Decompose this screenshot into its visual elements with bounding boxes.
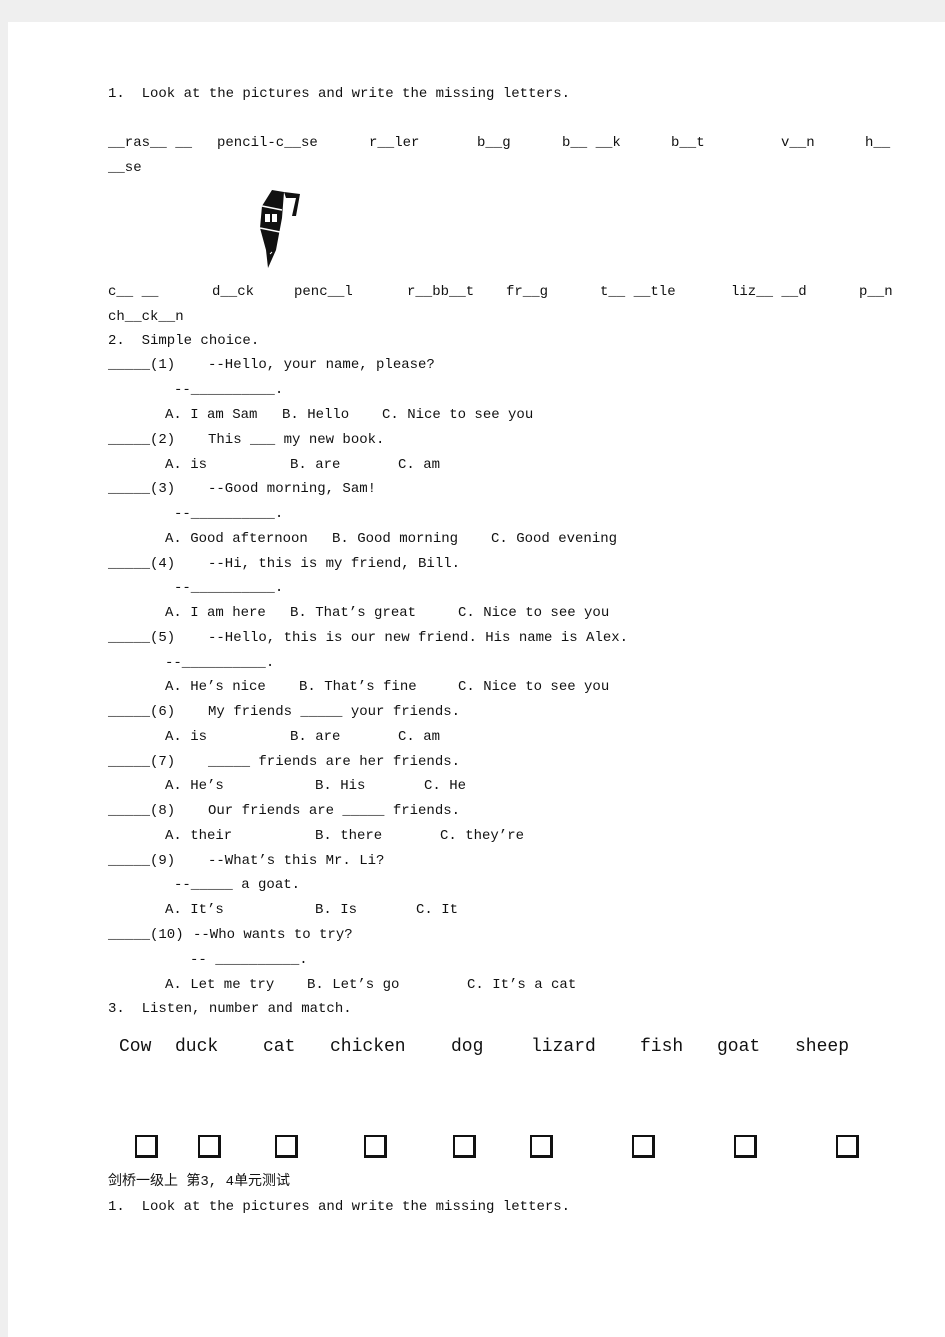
answer-box — [530, 1135, 553, 1158]
option-b: B. Is — [315, 902, 358, 918]
word-blank: pencil-c__se — [217, 135, 318, 151]
section3-heading: 3. Listen, number and match. — [108, 1001, 352, 1017]
option-a: A. Let me try — [165, 977, 275, 993]
question-text: This ___ my new book. — [208, 432, 385, 448]
question-number: _____(6) — [108, 704, 176, 720]
word-blank: v__n — [781, 135, 815, 151]
section2-heading: 2. Simple choice. — [108, 333, 260, 349]
word-blank: t__ __tle — [600, 284, 676, 300]
option-a: A. is — [165, 457, 208, 473]
question-text: _____ friends are her friends. — [208, 754, 461, 770]
option-a: A. I am here — [165, 605, 266, 621]
option-a: A. is — [165, 729, 208, 745]
answer-blank: --__________. — [174, 382, 284, 398]
animal-word: cat — [263, 1037, 296, 1057]
option-c: C. Nice to see you — [458, 605, 610, 621]
animal-word: goat — [717, 1037, 761, 1057]
question-number: _____(9) — [108, 853, 176, 869]
option-b: B. Good morning — [332, 531, 459, 547]
fountain-pen-icon — [259, 190, 300, 268]
question-text: --What’s this Mr. Li? — [208, 853, 385, 869]
word-blank: h__ — [865, 135, 891, 151]
answer-box — [198, 1135, 221, 1158]
question-number: _____(8) — [108, 803, 176, 819]
answer-blank: -- __________. — [190, 952, 308, 968]
question-text: --Hi, this is my friend, Bill. — [208, 556, 461, 572]
answer-box — [632, 1135, 655, 1158]
animal-word: Cow — [119, 1037, 152, 1057]
option-b: B. are — [290, 457, 341, 473]
word-blank: b__ __k — [562, 135, 621, 151]
animal-word: chicken — [330, 1037, 406, 1057]
question-number: _____(1) — [108, 357, 176, 373]
option-b: B. are — [290, 729, 341, 745]
word-blank: penc__l — [294, 284, 353, 300]
word-blank: fr__g — [506, 284, 549, 300]
question-text: My friends _____ your friends. — [208, 704, 461, 720]
answer-blank: --_____ a goat. — [174, 877, 301, 893]
word-blank: b__g — [477, 135, 511, 151]
word-blank: r__bb__t — [407, 284, 475, 300]
answer-box — [453, 1135, 476, 1158]
word-blank: d__ck — [212, 284, 255, 300]
question-number: _____(7) — [108, 754, 176, 770]
option-b: B. That’s fine — [299, 679, 417, 695]
option-a: A. He’s — [165, 778, 224, 794]
answer-box — [275, 1135, 298, 1158]
word-blank: b__t — [671, 135, 705, 151]
option-a: A. I am Sam — [165, 407, 258, 423]
document-title: 剑桥一级上 第3, 4单元测试 — [108, 1174, 291, 1190]
option-b: B. Hello — [282, 407, 350, 423]
option-a: A. He’s nice — [165, 679, 266, 695]
option-c: C. It’s a cat — [467, 977, 577, 993]
section1-heading-repeat: 1. Look at the pictures and write the mi… — [108, 1199, 571, 1215]
question-text: --Good morning, Sam! — [208, 481, 377, 497]
option-a: A. their — [165, 828, 233, 844]
question-text: --Hello, this is our new friend. His nam… — [208, 630, 629, 646]
answer-box — [364, 1135, 387, 1158]
question-number: _____(2) — [108, 432, 176, 448]
word-blank: r__ler — [369, 135, 420, 151]
option-b: B. That’s great — [290, 605, 417, 621]
question-text: Our friends are _____ friends. — [208, 803, 461, 819]
answer-blank: --__________. — [174, 506, 284, 522]
question-text: --Who wants to try? — [193, 927, 353, 943]
question-number: _____(4) — [108, 556, 176, 572]
option-c: C. It — [416, 902, 459, 918]
answer-blank: --__________. — [165, 655, 275, 671]
section1-heading: 1. Look at the pictures and write the mi… — [108, 86, 571, 102]
option-c: C. am — [398, 457, 441, 473]
option-b: B. there — [315, 828, 383, 844]
question-number: _____(5) — [108, 630, 176, 646]
option-a: A. Good afternoon — [165, 531, 308, 547]
option-b: B. His — [315, 778, 366, 794]
option-c: C. He — [424, 778, 467, 794]
animal-word: dog — [451, 1037, 484, 1057]
option-c: C. Good evening — [491, 531, 618, 547]
answer-box — [836, 1135, 859, 1158]
animal-word: fish — [640, 1037, 684, 1057]
word-blank: p__n — [859, 284, 893, 300]
word-blank: c__ __ — [108, 284, 159, 300]
question-number: _____(3) — [108, 481, 176, 497]
answer-box — [734, 1135, 757, 1158]
option-c: C. Nice to see you — [458, 679, 610, 695]
answer-box — [135, 1135, 158, 1158]
word-blank: liz__ __d — [731, 284, 807, 300]
option-c: C. Nice to see you — [382, 407, 534, 423]
option-a: A. It’s — [165, 902, 224, 918]
animal-word: lizard — [531, 1037, 596, 1057]
option-c: C. they’re — [440, 828, 525, 844]
option-c: C. am — [398, 729, 441, 745]
answer-blank: --__________. — [174, 580, 284, 596]
word-blank: __se — [108, 160, 142, 176]
option-b: B. Let’s go — [307, 977, 400, 993]
word-blank: __ras__ __ — [108, 135, 193, 151]
animal-word: duck — [175, 1037, 219, 1057]
question-text: --Hello, your name, please? — [208, 357, 435, 373]
question-number: _____(10) — [108, 927, 184, 943]
animal-word: sheep — [795, 1037, 850, 1057]
word-blank: ch__ck__n — [108, 309, 184, 325]
